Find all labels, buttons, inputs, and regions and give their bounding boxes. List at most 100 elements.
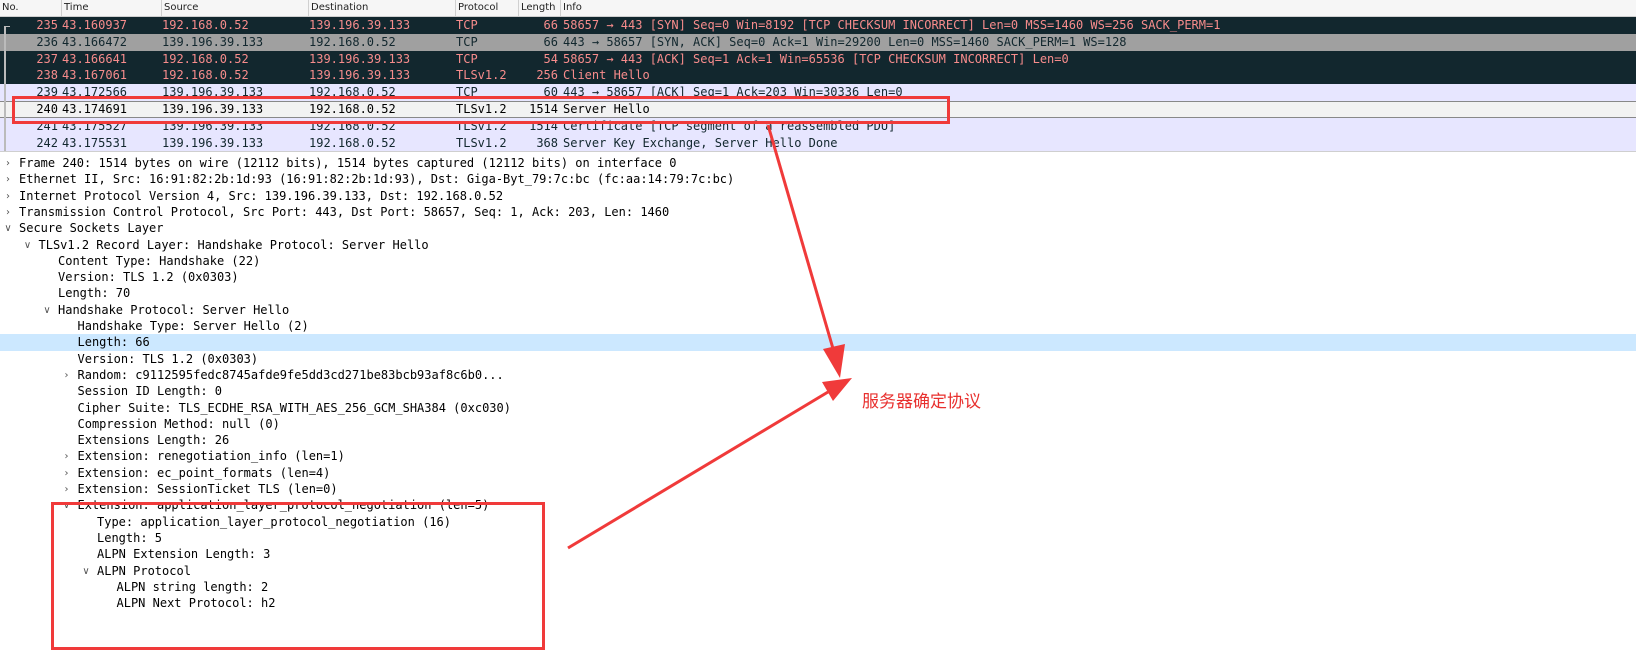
tree-item[interactable]: ∨ Handshake Protocol: Server Hello [0, 302, 1636, 319]
cell-src: 192.168.0.52 [162, 68, 249, 83]
tree-item-label: Length: 70 [58, 286, 131, 301]
cell-proto: TCP [456, 18, 478, 32]
tree-item[interactable]: Version: TLS 1.2 (0x0303) [0, 351, 1636, 368]
tree-item[interactable]: Length: 70 [0, 285, 1636, 302]
tree-item-label: Cipher Suite: TLS_ECDHE_RSA_WITH_AES_256… [77, 400, 511, 415]
packet-row-237[interactable]: 237 43.166641 192.168.0.52 139.196.39.133 TC… [0, 50, 1636, 68]
cell-dst: 139.196.39.133 [309, 68, 411, 83]
tree-item[interactable]: › Random: c9112595fedc8745afde9fe5dd3cd27… [0, 367, 1636, 384]
cell-no: 238 [36, 68, 58, 83]
column-header-source[interactable]: Source [162, 0, 309, 16]
tree-item-label: Frame 240: 1514 bytes on wire (12112 bit… [19, 156, 677, 170]
collapse-arrow-icon[interactable]: › [61, 367, 73, 384]
cell-src: 192.168.0.52 [162, 51, 249, 66]
cell-dst: 139.196.39.133 [309, 51, 411, 66]
cell-proto: TLSv1.2 [456, 68, 507, 83]
collapse-arrow-icon[interactable]: › [2, 188, 14, 205]
tree-item-label: Extension: renegotiation_info (len=1) [77, 449, 345, 464]
cell-time: 43.160937 [62, 18, 128, 32]
expand-arrow-icon[interactable]: ∨ [41, 302, 53, 319]
tree-item-label: Session ID Length: 0 [77, 384, 223, 399]
tree-item-label: Internet Protocol Version 4, Src: 139.19… [19, 188, 504, 203]
packet-row-236[interactable]: 236 43.166472 139.196.39.133 192.168.0.52 TC… [0, 33, 1636, 51]
cell-dst: 139.196.39.133 [309, 18, 411, 32]
cell-info: 443 → 58657 [SYN, ACK] Seq=0 Ack=1 Win=2… [563, 34, 1127, 49]
pane-divider [0, 151, 1636, 152]
tree-item[interactable]: Length: 66 [0, 334, 1636, 352]
tree-item[interactable]: › Extension: ec_point_formats (len=4) [0, 465, 1636, 482]
tree-item-label: Handshake Protocol: Server Hello [58, 302, 290, 317]
column-header-destination[interactable]: Destination [309, 0, 456, 16]
tree-item-label: Extensions Length: 26 [77, 433, 230, 448]
cell-time: 43.167061 [62, 68, 128, 83]
column-header-length[interactable]: Length [519, 0, 561, 16]
tree-item-label: Content Type: Handshake (22) [58, 253, 261, 268]
cell-time: 43.166641 [62, 51, 128, 66]
column-header-protocol[interactable]: Protocol [456, 0, 519, 16]
cell-info: Client Hello [563, 68, 650, 83]
tree-item[interactable]: › Extension: renegotiation_info (len=1) [0, 448, 1636, 465]
expand-arrow-icon[interactable]: ∨ [2, 220, 14, 237]
cell-no: 236 [36, 34, 58, 49]
column-header-no[interactable]: No. [0, 0, 62, 16]
tree-item-label: Random: c9112595fedc8745afde9fe5dd3cd271… [77, 367, 504, 382]
tree-item[interactable]: › Frame 240: 1514 bytes on wire (12112 bi… [0, 155, 1636, 172]
tree-item-label: Extension: ec_point_formats (len=4) [77, 465, 331, 480]
cell-info: 58657 → 443 [SYN] Seq=0 Win=8192 [TCP CH… [563, 18, 1221, 32]
tree-item[interactable]: ∨ Secure Sockets Layer [0, 220, 1636, 237]
tree-item[interactable]: Handshake Type: Server Hello (2) [0, 318, 1636, 335]
tree-item[interactable]: Cipher Suite: TLS_ECDHE_RSA_WITH_AES_256… [0, 400, 1636, 417]
collapse-arrow-icon[interactable]: › [2, 204, 14, 221]
tree-item[interactable]: Extensions Length: 26 [0, 432, 1636, 449]
collapse-arrow-icon[interactable]: › [61, 448, 73, 465]
tree-item-label: Extension: SessionTicket TLS (len=0) [77, 482, 338, 496]
tree-item-label: Version: TLS 1.2 (0x0303) [58, 270, 239, 285]
cell-time: 43.175531 [62, 135, 128, 150]
tree-item-label: Handshake Type: Server Hello (2) [77, 319, 309, 333]
cell-len: 66 [543, 18, 558, 32]
collapse-arrow-icon[interactable]: › [2, 155, 14, 172]
tree-item[interactable]: Content Type: Handshake (22) [0, 253, 1636, 270]
tree-item-label: Secure Sockets Layer [19, 221, 164, 236]
tree-item[interactable]: Version: TLS 1.2 (0x0303) [0, 269, 1636, 286]
cell-no: 237 [36, 51, 58, 66]
column-header-info[interactable]: Info [561, 0, 1636, 16]
collapse-arrow-icon[interactable]: › [61, 481, 73, 498]
cell-proto: TLSv1.2 [456, 135, 507, 150]
cell-dst: 192.168.0.52 [309, 135, 396, 150]
cell-src: 139.196.39.133 [162, 34, 264, 49]
highlight-box-server-hello [12, 96, 950, 124]
tree-item-label: Ethernet II, Src: 16:91:82:2b:1d:93 (16:… [19, 172, 735, 187]
packet-row-242[interactable]: 242 43.175531 139.196.39.133 192.168.0.52 TL… [0, 134, 1636, 152]
packet-row-238[interactable]: 238 43.167061 192.168.0.52 139.196.39.133 TL… [0, 67, 1636, 85]
tree-item[interactable]: Compression Method: null (0) [0, 416, 1636, 433]
column-headers: No. Time Source Destination Protocol Len… [0, 0, 1636, 17]
collapse-arrow-icon[interactable]: › [2, 171, 14, 188]
tree-item[interactable]: ∨ TLSv1.2 Record Layer: Handshake Protoco… [0, 237, 1636, 254]
highlight-box-alpn-extension [51, 502, 545, 650]
cell-info: 58657 → 443 [ACK] Seq=1 Ack=1 Win=65536 … [563, 51, 1069, 66]
tree-item-label: Length: 66 [77, 334, 150, 352]
cell-len: 256 [536, 68, 558, 83]
cell-dst: 192.168.0.52 [309, 34, 396, 49]
tree-item[interactable]: › Transmission Control Protocol, Src Port… [0, 204, 1636, 221]
cell-len: 66 [543, 34, 558, 49]
conversation-bracket-line [4, 26, 6, 152]
collapse-arrow-icon[interactable]: › [61, 465, 73, 482]
cell-time: 43.166472 [62, 34, 128, 49]
tree-item[interactable]: Session ID Length: 0 [0, 383, 1636, 400]
cell-src: 139.196.39.133 [162, 135, 264, 150]
column-header-time[interactable]: Time [62, 0, 162, 16]
tree-item[interactable]: › Internet Protocol Version 4, Src: 139.1… [0, 188, 1636, 205]
cell-len: 54 [543, 51, 558, 66]
cell-len: 368 [536, 135, 558, 150]
packet-row-235[interactable]: 235 43.160937 192.168.0.52 139.196.39.133 TC… [0, 17, 1636, 34]
tree-item-label: TLSv1.2 Record Layer: Handshake Protocol… [38, 237, 429, 252]
cell-no: 242 [36, 135, 58, 150]
cell-proto: TCP [456, 34, 478, 49]
annotation-label: 服务器确定协议 [862, 392, 981, 412]
tree-item[interactable]: › Extension: SessionTicket TLS (len=0) [0, 481, 1636, 498]
expand-arrow-icon[interactable]: ∨ [22, 237, 34, 254]
tree-item-label: Version: TLS 1.2 (0x0303) [77, 351, 259, 366]
tree-item[interactable]: › Ethernet II, Src: 16:91:82:2b:1d:93 (16… [0, 171, 1636, 188]
